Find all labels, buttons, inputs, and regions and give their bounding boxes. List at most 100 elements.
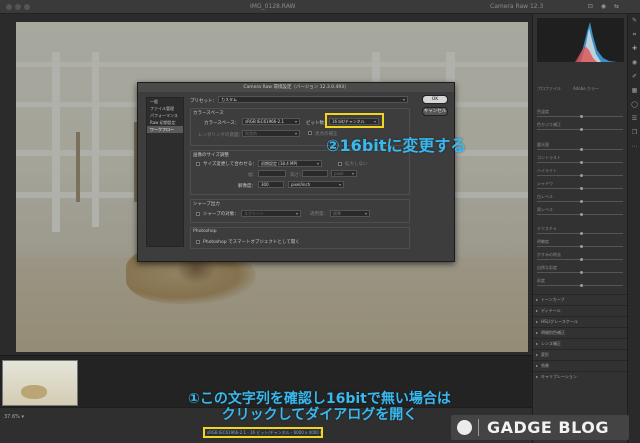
slider-dehaze[interactable] — [537, 258, 623, 261]
sidebar-item-file-handling[interactable]: ファイル管理 — [147, 105, 183, 112]
section-hsl[interactable]: HSL/グレースケール — [533, 316, 628, 326]
slider-blacks[interactable] — [537, 213, 623, 216]
slider-tint[interactable] — [537, 128, 623, 131]
minimize-window-button[interactable] — [15, 4, 21, 10]
section-detail[interactable]: ディテール — [533, 305, 628, 315]
resolution-value: 300 — [261, 182, 269, 187]
section-split-toning[interactable]: 明暗別色補正 — [533, 327, 628, 337]
resize-select[interactable]: 初期設定 (18.4 MP) ▾ — [258, 160, 322, 167]
colorspace-select[interactable]: sRGB IEC61966-2.1 ▾ — [242, 118, 300, 125]
close-window-button[interactable] — [6, 4, 12, 10]
chevron-down-icon: ▾ — [402, 97, 405, 102]
heal-icon[interactable]: ✚ — [628, 42, 640, 56]
slider-exposure[interactable] — [537, 148, 623, 151]
slider-contrast[interactable] — [537, 161, 623, 164]
chevron-down-icon: ▾ — [316, 161, 319, 166]
slider-saturation[interactable] — [537, 284, 623, 287]
toolbar-icons[interactable]: ⊡ ◉ ⇆ — [588, 3, 622, 10]
crop-icon[interactable]: ⌗ — [628, 28, 640, 42]
sharpen-label: シャープの対象： — [203, 212, 239, 217]
preset-label: プリセット： — [190, 99, 217, 104]
unit-select[interactable]: pixel ▾ — [331, 170, 357, 177]
sidebar-item-general[interactable]: 一般 — [147, 98, 183, 105]
intent-value: 知覚的 — [245, 131, 257, 136]
workflow-options-link[interactable]: sRGB IEC61966-2.1 - 16 ビット/チャンネル - 6000 … — [203, 427, 323, 438]
resize-value: 初期設定 (18.4 MP) — [261, 161, 298, 166]
section-transform[interactable]: 変形 — [533, 349, 628, 359]
snapshot-icon[interactable]: ❐ — [628, 126, 640, 140]
section-calibration[interactable]: キャリブレーション — [533, 371, 628, 381]
amount-value: 標準 — [333, 211, 341, 216]
title-bar: IMG_0128.RAW Camera Raw 12.3 ⊡ ◉ ⇆ — [0, 0, 640, 14]
section-effects[interactable]: 効果 — [533, 360, 628, 370]
thumbnail-horse — [21, 385, 47, 399]
enlarge-checkbox[interactable] — [338, 162, 342, 166]
slider-highlights[interactable] — [537, 174, 623, 177]
resolution-field[interactable]: 300 — [258, 181, 284, 188]
slider-whites[interactable] — [537, 200, 623, 203]
annotation-step1-line2: クリックしてダイアログを開く — [221, 407, 418, 423]
slider-clarity[interactable] — [537, 245, 623, 248]
sidebar-item-performance[interactable]: パフォーマンス — [147, 112, 183, 119]
chevron-down-icon: ▾ — [294, 119, 297, 124]
edit-icon[interactable]: ✎ — [628, 14, 640, 28]
preset-select[interactable]: カスタム ▾ — [218, 96, 408, 103]
resolution-unit-select[interactable]: pixel/inch ▾ — [288, 181, 344, 188]
section-lens-corrections[interactable]: レンズ補正 — [533, 338, 628, 348]
preset-value: カスタム — [221, 97, 237, 102]
sidebar-item-raw-defaults[interactable]: Raw 初期設定 — [147, 119, 183, 126]
section-tone-curve[interactable]: トーンカーブ — [533, 294, 628, 304]
ok-button[interactable]: OK — [422, 95, 448, 104]
chevron-down-icon: ▾ — [294, 131, 297, 136]
brush-icon[interactable]: ✐ — [628, 70, 640, 84]
gradient-icon[interactable]: ▦ — [628, 84, 640, 98]
amount-label: 適用量： — [310, 212, 328, 217]
intent-select[interactable]: 知覚的 ▾ — [242, 130, 300, 137]
chevron-down-icon: ▾ — [351, 171, 354, 176]
sharpen-value: スクリーン — [244, 211, 264, 216]
red-eye-icon[interactable]: ◉ — [628, 56, 640, 70]
profile-select[interactable]: Adobe カラー — [573, 86, 621, 92]
cancel-button[interactable]: キャンセル — [422, 107, 448, 116]
brand-divider — [478, 419, 479, 436]
annotation-step1-line1: ①この文字列を確認し16bitで無い場合は — [188, 391, 451, 407]
sidebar-item-workflow[interactable]: ワークフロー — [147, 126, 183, 133]
slider-vibrance[interactable] — [537, 271, 623, 274]
photoshop-group — [190, 227, 410, 249]
resize-section-title: 画像のサイズ調整 — [193, 153, 229, 158]
colorspace-section-title: カラースペース — [193, 111, 224, 116]
slider-texture[interactable] — [537, 232, 623, 235]
filmstrip-thumbnail[interactable] — [2, 360, 78, 406]
colorspace-label: カラースペース： — [204, 121, 240, 126]
height-field[interactable] — [302, 170, 328, 177]
chevron-down-icon: ▾ — [338, 182, 341, 187]
width-field[interactable] — [258, 170, 286, 177]
photoshop-section-title: Photoshop — [193, 229, 217, 234]
edit-panel: プロファイル Adobe カラー 色温度 色かぶり補正 露光量 コントラスト ハ… — [532, 14, 628, 443]
resize-checkbox[interactable] — [196, 162, 200, 166]
colorspace-value: sRGB IEC61966-2.1 — [245, 119, 285, 124]
more-icon[interactable]: ⋯ — [628, 140, 640, 154]
tool-strip: ✎ ⌗ ✚ ◉ ✐ ▦ ◯ ☰ ❐ ⋯ — [627, 14, 640, 443]
zoom-level[interactable]: 37.6% ▾ — [4, 414, 24, 420]
file-name: IMG_0128.RAW — [250, 3, 296, 10]
zoom-window-button[interactable] — [24, 4, 30, 10]
slider-temperature[interactable] — [537, 115, 623, 118]
dialog-title: Camera Raw 環境設定（バージョン 12.3.0.493） — [138, 83, 454, 92]
brand-logo-icon — [457, 420, 472, 435]
sharpen-select[interactable]: スクリーン ▾ — [241, 210, 301, 217]
resize-label: サイズ変更して合わせる： — [203, 162, 257, 167]
amount-select[interactable]: 標準 ▾ — [330, 210, 370, 217]
width-label: 幅： — [248, 173, 257, 178]
sharpen-section-title: シャープ出力 — [193, 202, 220, 207]
chevron-down-icon: ▾ — [364, 211, 367, 216]
sharpen-checkbox[interactable] — [196, 212, 200, 216]
smart-object-checkbox[interactable] — [196, 240, 200, 244]
resolution-label: 解像度： — [238, 184, 256, 189]
blackpoint-checkbox[interactable] — [308, 131, 312, 135]
presets-icon[interactable]: ☰ — [628, 112, 640, 126]
brand-name: GADGE BLOG — [487, 418, 609, 437]
unit-value: pixel — [334, 171, 344, 176]
slider-shadows[interactable] — [537, 187, 623, 190]
radial-icon[interactable]: ◯ — [628, 98, 640, 112]
